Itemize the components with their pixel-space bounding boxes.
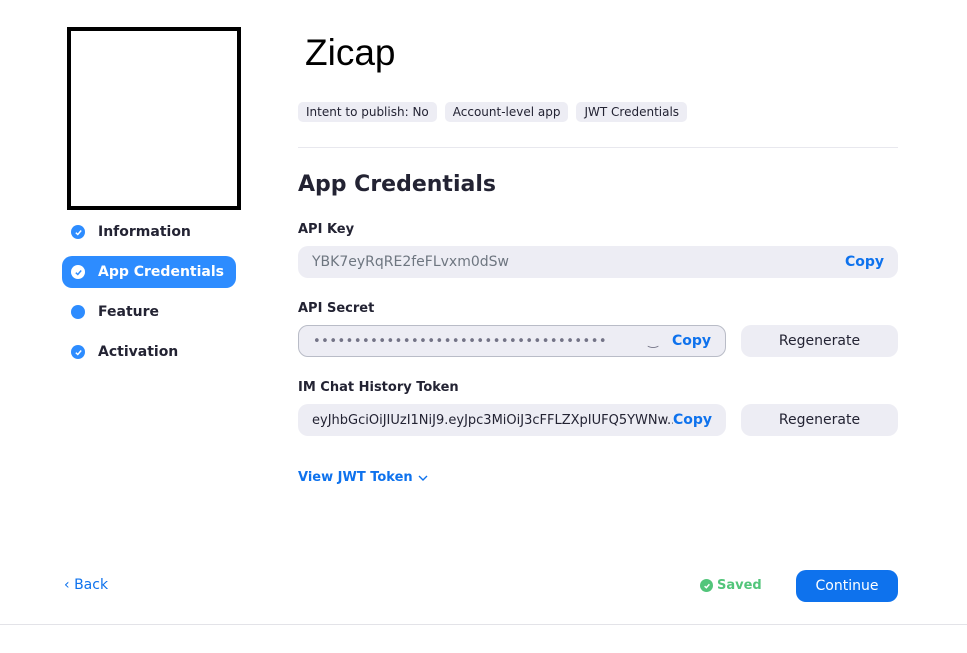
continue-button[interactable]: Continue (796, 570, 898, 602)
chevron-down-icon (418, 475, 428, 481)
divider (298, 147, 898, 148)
api-secret-value[interactable]: •••••••••••••••••••••••••••••••••••• (313, 334, 642, 349)
app-title: Zicap (305, 32, 396, 73)
api-secret-label: API Secret (298, 301, 375, 316)
footer-divider (0, 624, 967, 625)
step-label: Activation (98, 344, 179, 360)
saved-status: Saved (700, 578, 762, 593)
dot-icon (71, 305, 85, 319)
saved-label: Saved (717, 578, 762, 593)
api-secret-field: •••••••••••••••••••••••••••••••••••• ‿ C… (298, 325, 726, 357)
tag-intent-to-publish: Intent to publish: No (298, 102, 437, 122)
im-token-value[interactable]: eyJhbGciOiJIUzI1NiJ9.eyJpc3MiOiJ3cFFLZXp… (312, 413, 673, 428)
im-token-regenerate-button[interactable]: Regenerate (741, 404, 898, 436)
api-key-label: API Key (298, 222, 355, 237)
eye-closed-icon[interactable]: ‿ (648, 334, 658, 348)
api-key-copy-button[interactable]: Copy (845, 254, 884, 270)
im-token-label: IM Chat History Token (298, 380, 459, 395)
app-logo (67, 27, 241, 210)
step-app-credentials[interactable]: App Credentials (62, 256, 236, 288)
back-label: Back (74, 577, 109, 593)
check-circle-icon (71, 345, 85, 359)
step-label: App Credentials (98, 264, 224, 280)
app-tags: Intent to publish: No Account-level app … (298, 102, 688, 122)
tag-credential-type: JWT Credentials (576, 102, 688, 122)
step-label: Feature (98, 304, 159, 320)
view-jwt-label: View JWT Token (298, 470, 413, 485)
check-circle-icon (700, 579, 713, 592)
step-nav: Information App Credentials Feature Acti… (62, 216, 236, 376)
api-key-field: YBK7eyRqRE2feFLvxm0dSw Copy (298, 246, 898, 278)
step-activation[interactable]: Activation (62, 336, 190, 368)
im-token-field: eyJhbGciOiJIUzI1NiJ9.eyJpc3MiOiJ3cFFLZXp… (298, 404, 726, 436)
section-title: App Credentials (298, 172, 496, 197)
im-token-copy-button[interactable]: Copy (673, 412, 712, 428)
api-secret-copy-button[interactable]: Copy (672, 333, 711, 349)
back-button[interactable]: ‹ Back (64, 577, 108, 593)
chevron-left-icon: ‹ (64, 577, 70, 593)
tag-app-type: Account-level app (444, 102, 569, 122)
step-information[interactable]: Information (62, 216, 203, 248)
step-label: Information (98, 224, 191, 240)
check-circle-icon (71, 225, 85, 239)
api-secret-regenerate-button[interactable]: Regenerate (741, 325, 898, 357)
step-feature[interactable]: Feature (62, 296, 171, 328)
check-circle-icon (71, 265, 85, 279)
view-jwt-token-link[interactable]: View JWT Token (298, 470, 428, 485)
api-key-value[interactable]: YBK7eyRqRE2feFLvxm0dSw (312, 254, 845, 270)
